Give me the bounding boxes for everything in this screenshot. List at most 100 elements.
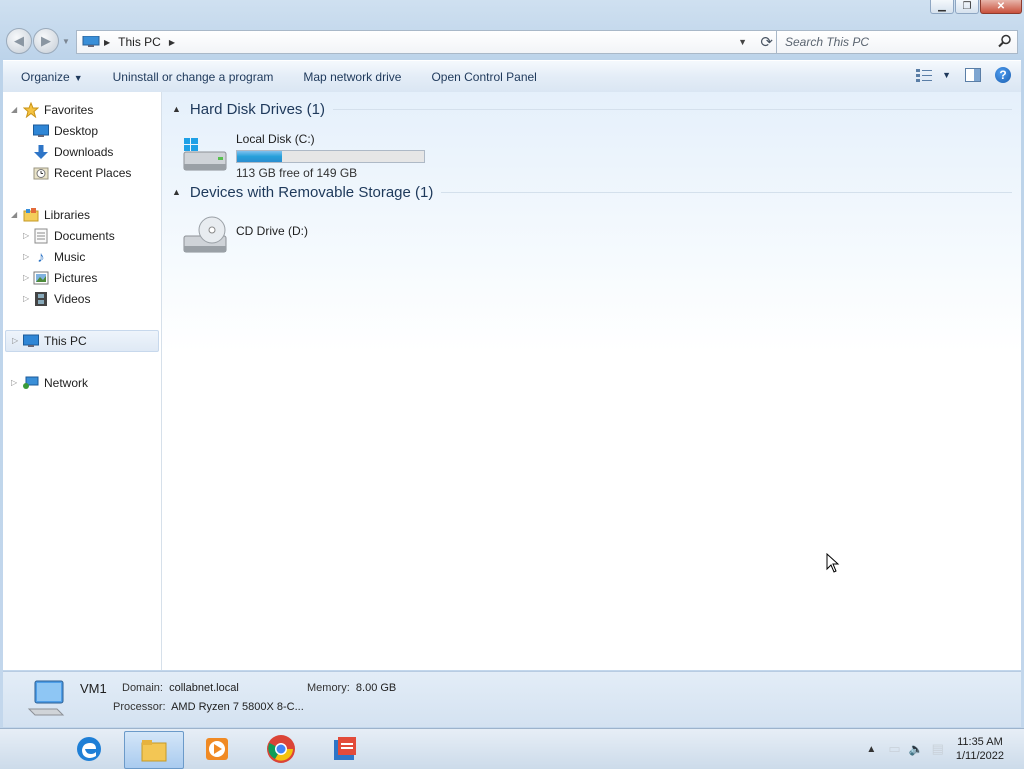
- nav-item-recent-places[interactable]: Recent Places: [33, 163, 131, 183]
- domain-value: collabnet.local: [169, 682, 239, 694]
- nav-item-favorites[interactable]: Favorites: [23, 100, 93, 120]
- address-dropdown-icon[interactable]: ▼: [738, 37, 747, 47]
- file-explorer-icon: [141, 740, 167, 762]
- drive-name-c: Local Disk (C:): [236, 132, 315, 146]
- collapse-icon[interactable]: ▲: [172, 187, 181, 197]
- nav-item-this-pc[interactable]: ▷ This PC: [5, 330, 159, 352]
- favorites-expand-icon[interactable]: ◢: [11, 105, 17, 114]
- nav-label-recent-places: Recent Places: [54, 166, 132, 180]
- search-input[interactable]: Search This PC: [776, 30, 1018, 54]
- processor-info: Processor: AMD Ryzen 7 5800X 8-C...: [113, 701, 304, 713]
- nav-item-pictures[interactable]: Pictures: [33, 268, 97, 288]
- music-icon: ♪: [37, 248, 45, 266]
- nav-label-network: Network: [44, 376, 89, 390]
- explorer-window: ▁ ❐ ✕ ◀ ▶ ▼ ▶ This PC ▶ ▼ ⟳ Search This …: [0, 0, 1024, 728]
- nav-item-libraries[interactable]: Libraries: [23, 205, 90, 225]
- taskbar-file-explorer[interactable]: [124, 731, 184, 769]
- computer-icon: [27, 680, 65, 716]
- memory-info: Memory: 8.00 GB: [307, 682, 396, 694]
- drive-local-disk-c[interactable]: Local Disk (C:) 113 GB free of 149 GB: [182, 130, 425, 180]
- notification-icon[interactable]: ▤: [932, 741, 944, 757]
- uninstall-program-button[interactable]: Uninstall or change a program: [98, 70, 289, 84]
- windows-drive-icon: [183, 138, 227, 171]
- content-pane: ▲ Hard Disk Drives (1) Local Disk (C:) 1…: [162, 92, 1021, 670]
- star-icon: [23, 102, 39, 118]
- computer-icon: [82, 36, 100, 47]
- view-options-button[interactable]: ▼: [916, 68, 951, 82]
- divider: [441, 191, 1012, 193]
- nav-item-network[interactable]: Network: [23, 373, 88, 393]
- drive-name-d: CD Drive (D:): [236, 224, 308, 238]
- taskbar-chrome[interactable]: [252, 731, 310, 767]
- documents-expand-icon[interactable]: ▷: [23, 231, 29, 240]
- forward-button[interactable]: ▶: [33, 28, 59, 54]
- map-network-drive-button[interactable]: Map network drive: [288, 70, 416, 84]
- network-icon: [23, 375, 39, 391]
- domain-info: Domain: collabnet.local: [122, 682, 239, 694]
- chevron-down-icon: ▼: [73, 72, 83, 83]
- processor-label: Processor:: [113, 701, 166, 713]
- group-header-hard-disk-drives[interactable]: ▲ Hard Disk Drives (1): [172, 98, 1012, 120]
- media-player-icon: [206, 738, 228, 760]
- domain-label: Domain:: [122, 682, 163, 694]
- help-icon[interactable]: ?: [995, 67, 1011, 83]
- refresh-icon[interactable]: ⟳: [760, 33, 773, 51]
- organize-button[interactable]: Organize ▼: [3, 70, 98, 84]
- memory-value: 8.00 GB: [355, 682, 397, 694]
- divider: [332, 108, 1012, 110]
- group-title-removable-storage: Devices with Removable Storage (1): [189, 183, 434, 201]
- taskbar-app[interactable]: [316, 731, 374, 767]
- search-placeholder: Search This PC: [785, 35, 870, 49]
- nav-buttons: ◀ ▶ ▼: [6, 28, 74, 54]
- recent-pages-dropdown-icon[interactable]: ▼: [62, 37, 70, 46]
- caption-buttons: ▁ ❐ ✕: [930, 0, 1022, 14]
- volume-icon[interactable]: 🔈: [909, 742, 924, 756]
- chrome-icon: [267, 735, 295, 763]
- nav-item-music[interactable]: ♪ Music: [33, 247, 85, 267]
- back-button[interactable]: ◀: [6, 28, 32, 54]
- nav-label-this-pc: This PC: [44, 334, 87, 348]
- recent-places-icon: [33, 165, 49, 181]
- taskbar-media-player[interactable]: [188, 731, 246, 767]
- group-header-removable-storage[interactable]: ▲ Devices with Removable Storage (1): [172, 181, 1012, 203]
- collapse-icon[interactable]: ▲: [172, 104, 181, 114]
- nav-label-pictures: Pictures: [54, 271, 98, 285]
- chevron-right-icon[interactable]: ▶: [169, 38, 175, 47]
- app-icon: [334, 737, 356, 760]
- drive-cd-d[interactable]: CD Drive (D:): [182, 212, 308, 256]
- nav-item-videos[interactable]: Videos: [33, 289, 90, 309]
- computer-name: VM1: [80, 681, 107, 696]
- this-pc-expand-icon[interactable]: ▷: [12, 336, 18, 345]
- network-expand-icon[interactable]: ▷: [11, 378, 17, 387]
- edge-icon: [77, 737, 101, 761]
- address-separator-icon[interactable]: ▶: [104, 38, 110, 47]
- nav-label-music: Music: [54, 250, 86, 264]
- minimize-button[interactable]: ▁: [930, 0, 954, 14]
- clock[interactable]: 11:35 AM 1/11/2022: [956, 735, 1004, 763]
- taskbar-edge[interactable]: [60, 731, 118, 767]
- nav-label-favorites: Favorites: [44, 103, 94, 117]
- address-location[interactable]: This PC: [118, 35, 161, 49]
- computer-icon: [23, 333, 39, 349]
- clock-time: 11:35 AM: [957, 736, 1003, 748]
- action-center-icon[interactable]: ▭: [888, 741, 900, 757]
- nav-item-desktop[interactable]: Desktop: [33, 121, 98, 141]
- address-bar[interactable]: ▶ This PC ▶ ▼ ⟳: [76, 30, 778, 54]
- search-icon[interactable]: [998, 34, 1012, 48]
- nav-item-documents[interactable]: Documents: [33, 226, 115, 246]
- pictures-expand-icon[interactable]: ▷: [23, 273, 29, 282]
- show-hidden-icons-icon[interactable]: ▲: [866, 744, 876, 755]
- navigation-bar: ◀ ▶ ▼ ▶ This PC ▶ ▼ ⟳ Search This PC: [4, 26, 1020, 56]
- libraries-expand-icon[interactable]: ◢: [11, 210, 17, 219]
- music-expand-icon[interactable]: ▷: [23, 252, 29, 261]
- disk-usage-fill: [237, 151, 282, 162]
- nav-item-downloads[interactable]: Downloads: [33, 142, 113, 162]
- videos-expand-icon[interactable]: ▷: [23, 294, 29, 303]
- documents-icon: [33, 228, 49, 244]
- preview-pane-icon[interactable]: [965, 68, 981, 82]
- nav-label-desktop: Desktop: [54, 124, 99, 138]
- restore-button[interactable]: ❐: [955, 0, 979, 14]
- close-button[interactable]: ✕: [980, 0, 1022, 14]
- open-control-panel-button[interactable]: Open Control Panel: [416, 70, 551, 84]
- details-pane: VM1 Domain: collabnet.local Memory: 8.00…: [3, 671, 1021, 727]
